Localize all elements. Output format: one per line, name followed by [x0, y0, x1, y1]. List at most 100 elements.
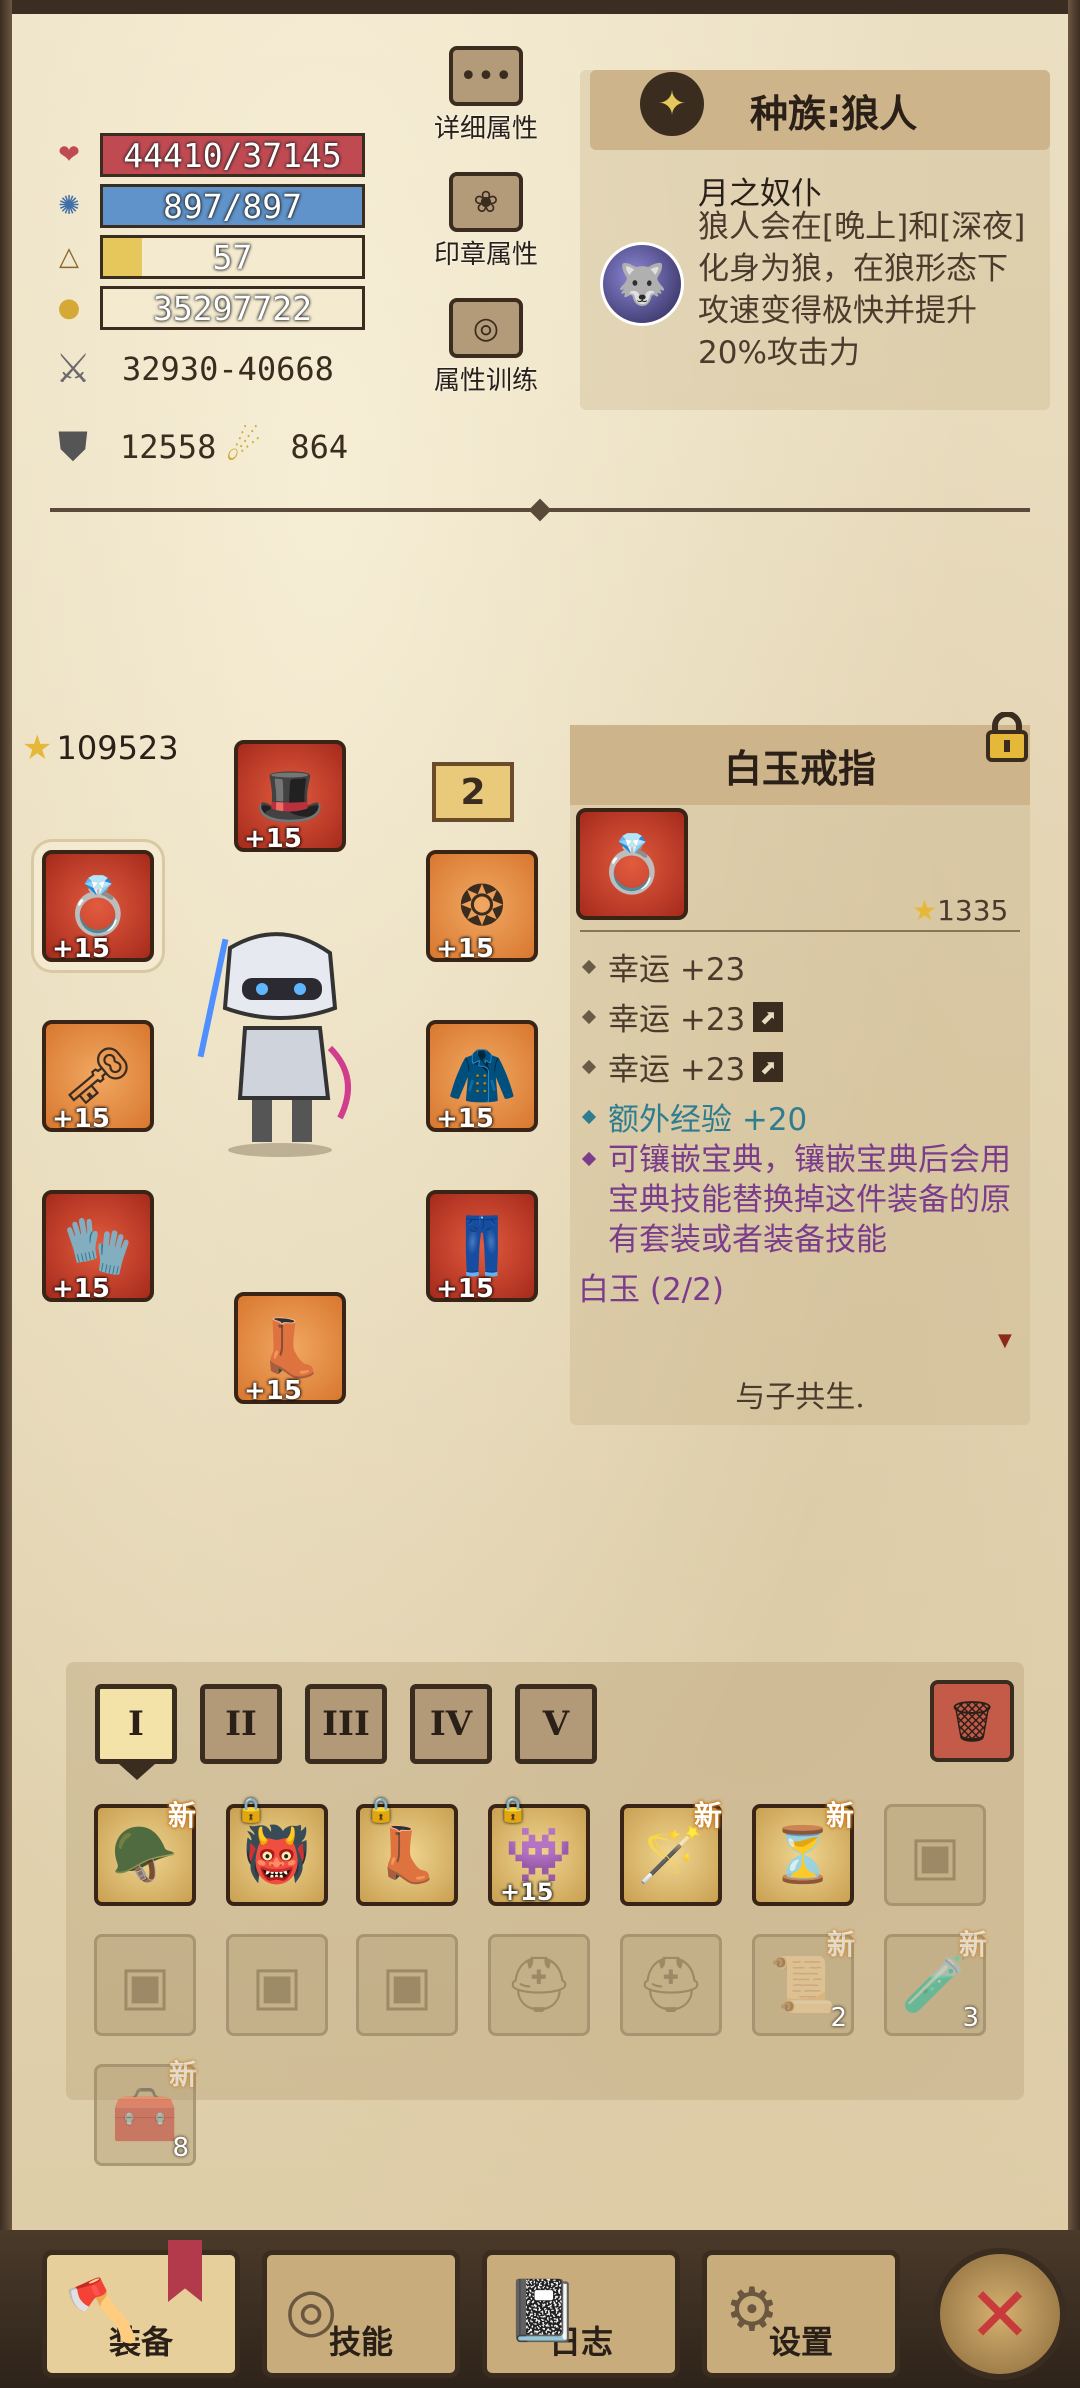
- gauntlet-icon: 🧤: [63, 1214, 133, 1279]
- weapon-slot[interactable]: 🗝 +15: [42, 1020, 154, 1134]
- inventory-empty-slot[interactable]: 📜 新 2: [752, 1928, 855, 2036]
- wolf-emblem-icon: ✦: [640, 72, 704, 136]
- detail-attr-label: 详细属性: [433, 114, 538, 144]
- nav-skills[interactable]: ◎ 技能: [262, 2250, 460, 2378]
- bullet-icon: [581, 1009, 597, 1024]
- reroll-icon[interactable]: ⬈: [753, 1001, 784, 1032]
- tab-bag-1[interactable]: I: [95, 1684, 177, 1764]
- new-badge: 新: [168, 2058, 197, 2091]
- pants-level: +15: [436, 1274, 494, 1304]
- hp-bar: 44410/37145: [100, 133, 365, 177]
- gold-icon: ●: [57, 293, 81, 323]
- training-attr-button[interactable]: ◎ 属性训练: [416, 298, 556, 397]
- axe-icon: 🪓: [65, 2276, 140, 2346]
- inventory-item[interactable]: 🪄 新: [620, 1799, 722, 1906]
- tab-bag-2[interactable]: II: [200, 1684, 282, 1764]
- selected-item-icon: 💍: [576, 808, 688, 920]
- item-set: 白玉 (2/2): [578, 1272, 724, 1308]
- crit-icon: ☄: [225, 424, 262, 470]
- new-badge: 新: [958, 1928, 987, 1961]
- box-icon: ▣: [251, 1953, 303, 2017]
- skill-description: 狼人会在[晚上]和[深夜]化身为狼，在狼形态下攻速变得极快并提升20%攻击力: [698, 209, 1026, 371]
- expand-arrow-icon[interactable]: ▼: [998, 1330, 1012, 1351]
- boots-icon: 👢: [255, 1316, 325, 1381]
- item-count: 2: [830, 2003, 847, 2033]
- lock-icon[interactable]: [985, 712, 1029, 762]
- inventory-item[interactable]: ⏳ 新: [752, 1799, 854, 1906]
- inventory-empty-slot[interactable]: ▣: [356, 1934, 458, 2036]
- helmet-icon: 🎩: [255, 764, 325, 829]
- attr-row-exp: 额外经验 +20: [580, 1094, 807, 1139]
- pants-slot[interactable]: 👖 +15: [426, 1190, 538, 1304]
- item-name: 白玉戒指: [570, 725, 1030, 805]
- amulet-slot[interactable]: ❂ +15: [426, 850, 538, 964]
- item-score: ★1335: [912, 894, 1008, 927]
- wolf-skill-icon[interactable]: 🐺: [600, 242, 684, 326]
- nav-equip[interactable]: 🪓 装备: [42, 2250, 240, 2378]
- gold-bar: 35297722: [100, 286, 365, 330]
- tab-bag-5[interactable]: V: [515, 1684, 597, 1764]
- gear-icon: ⚙: [725, 2275, 779, 2345]
- defense-value: 12558: [120, 428, 217, 466]
- item-plus: +15: [500, 1878, 554, 1906]
- target-icon: ◎: [449, 298, 523, 358]
- helmet-slot[interactable]: 🎩 +15: [234, 740, 346, 854]
- attr-row: 幸运 +23 ⬈: [580, 994, 784, 1039]
- close-icon: ✕: [968, 2269, 1032, 2359]
- lock-icon: 🔒: [498, 1796, 528, 1824]
- trash-button[interactable]: 🗑: [930, 1680, 1014, 1762]
- defense-row: ⛊ 12558 ☄ 864: [56, 424, 349, 470]
- ring-icon: 💍: [597, 832, 667, 897]
- boots-icon: 👢: [373, 1823, 441, 1886]
- ring-slot[interactable]: 💍 +15: [42, 850, 154, 964]
- inventory-item[interactable]: 🪖 新: [94, 1799, 196, 1906]
- lock-icon: 🔒: [366, 1796, 396, 1824]
- dots-icon: •••: [449, 46, 523, 106]
- new-badge: 新: [825, 1799, 854, 1832]
- inventory-item[interactable]: 🔒 👹: [226, 1796, 328, 1906]
- tab-bag-4[interactable]: IV: [410, 1684, 492, 1764]
- frame-right: [1068, 0, 1080, 2388]
- tab-bag-3[interactable]: III: [305, 1684, 387, 1764]
- new-badge: 新: [826, 1928, 855, 1961]
- page-badge[interactable]: 2: [432, 762, 514, 822]
- amulet-icon: ❂: [458, 873, 506, 939]
- equip-score: ★ 109523: [22, 728, 179, 768]
- reroll-icon[interactable]: ⬈: [753, 1051, 784, 1082]
- inventory-empty-slot[interactable]: ▣: [884, 1804, 986, 1906]
- inventory-item[interactable]: 🔒 👢: [356, 1796, 458, 1906]
- box-icon: ▣: [381, 1953, 433, 2017]
- attr-text: 幸运 +23: [608, 1052, 746, 1088]
- inventory-item[interactable]: 🔒 👾 +15: [488, 1796, 590, 1906]
- hat-icon: ⛑: [636, 1953, 706, 2016]
- inventory-empty-slot[interactable]: ⛑: [620, 1934, 722, 2036]
- inventory-empty-slot[interactable]: 🧪 新 3: [884, 1928, 987, 2036]
- heart-icon: ❤: [58, 140, 80, 170]
- gloves-slot[interactable]: 🧤 +15: [42, 1190, 154, 1304]
- armor-slot[interactable]: 🧥 +15: [426, 1020, 538, 1134]
- box-icon: ▣: [909, 1823, 961, 1887]
- weapon-level: +15: [52, 1104, 110, 1134]
- close-button[interactable]: ✕: [934, 2248, 1066, 2380]
- armor-level: +15: [436, 1104, 494, 1134]
- helmet-level: +15: [244, 824, 302, 854]
- attr-text: 额外经验 +20: [608, 1102, 808, 1138]
- inventory-empty-slot[interactable]: ▣: [94, 1934, 196, 2036]
- detail-attr-button[interactable]: ••• 详细属性: [416, 46, 556, 145]
- boots-slot[interactable]: 👢 +15: [234, 1292, 346, 1406]
- attr-text: 幸运 +23: [608, 1002, 746, 1038]
- attack-value: 32930-40668: [122, 350, 334, 388]
- item-score-value: 1335: [937, 894, 1009, 927]
- bullet-icon: [581, 1109, 597, 1124]
- hero-character: [197, 932, 351, 1157]
- nav-log[interactable]: 📓 日志: [482, 2250, 680, 2378]
- inventory-empty-slot[interactable]: ⛑: [488, 1934, 590, 2036]
- inventory-empty-slot[interactable]: 🧰 新 8: [94, 2058, 197, 2166]
- frame-left: [0, 0, 12, 2388]
- nav-settings[interactable]: ⚙ 设置: [702, 2250, 900, 2378]
- bullet-icon: [581, 1059, 597, 1074]
- inventory-empty-slot[interactable]: ▣: [226, 1934, 328, 2036]
- seal-attr-button[interactable]: ❀ 印章属性: [416, 172, 556, 271]
- crit-value: 864: [290, 428, 349, 466]
- maw-icon: 👹: [243, 1823, 311, 1886]
